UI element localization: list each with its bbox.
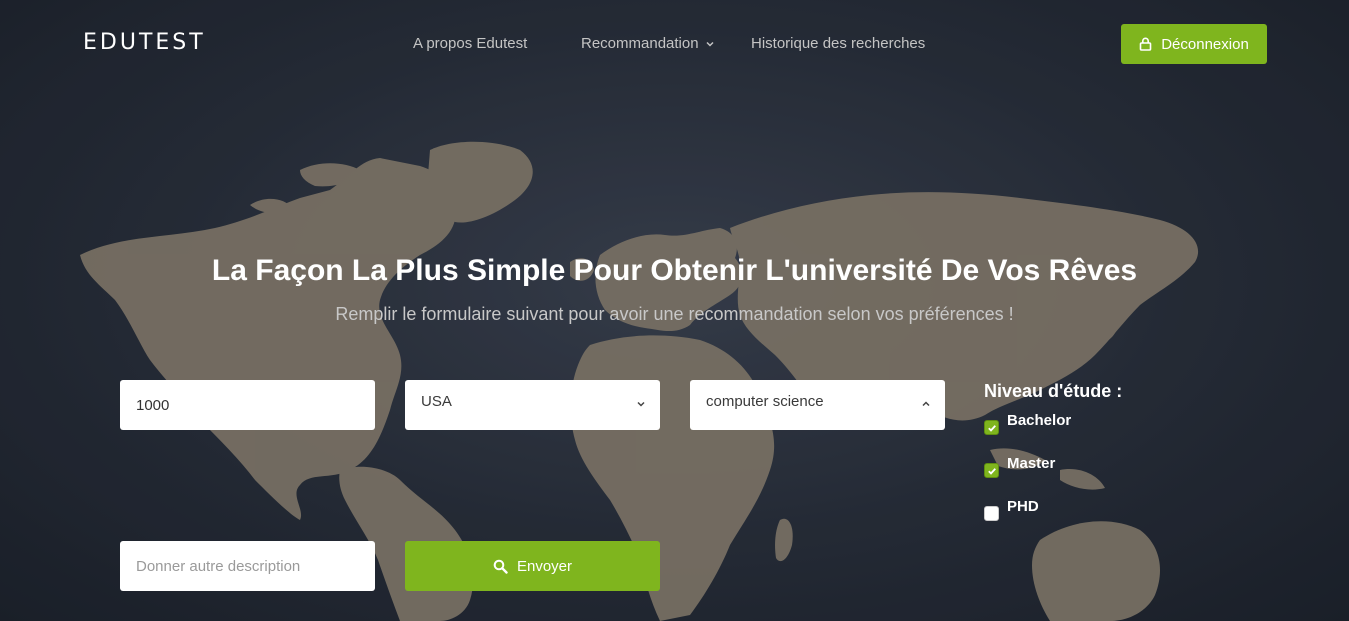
hero-title: La Façon La Plus Simple Pour Obtenir L'u… — [211, 254, 1138, 287]
budget-input[interactable] — [136, 380, 375, 430]
checkmark-icon — [987, 424, 996, 432]
nav-link-history[interactable]: Historique des recherches — [751, 35, 925, 52]
master-label: Master — [1007, 455, 1056, 472]
country-select-value: USA — [421, 393, 452, 410]
top-navigation-bar: EDUTEST A propos Edutest Recommandation … — [0, 0, 1349, 88]
bachelor-checkbox[interactable] — [984, 420, 999, 435]
logout-button[interactable]: Déconnexion — [1121, 24, 1267, 64]
chevron-down-icon — [706, 41, 714, 47]
submit-button[interactable]: Envoyer — [405, 541, 660, 591]
submit-button-label: Envoyer — [516, 557, 573, 575]
nav-link-history-label: Historique des recherches — [751, 35, 926, 52]
search-icon — [493, 559, 508, 574]
study-level-option-bachelor[interactable]: Bachelor — [984, 412, 1071, 435]
brand-logo[interactable]: EDUTEST — [83, 30, 206, 55]
description-input[interactable] — [136, 541, 375, 591]
study-level-option-master[interactable]: Master — [984, 455, 1055, 478]
nav-link-about[interactable]: A propos Edutest — [413, 35, 527, 52]
field-of-study-select[interactable]: computer science — [690, 380, 945, 430]
checkmark-icon — [987, 467, 996, 475]
country-select[interactable]: USA — [405, 380, 660, 430]
budget-field[interactable] — [120, 380, 375, 430]
study-level-option-phd[interactable]: PHD — [984, 498, 1039, 521]
nav-recommendation-label: Recommandation — [581, 35, 699, 52]
logout-button-label: Déconnexion — [1161, 35, 1249, 53]
phd-label: PHD — [1007, 498, 1039, 515]
chevron-up-icon — [922, 401, 930, 407]
description-field[interactable] — [120, 541, 375, 591]
lock-icon — [1139, 37, 1152, 51]
study-level-title: Niveau d'étude : — [984, 381, 1123, 401]
field-of-study-select-value: computer science — [706, 393, 824, 410]
bachelor-label: Bachelor — [1007, 412, 1072, 429]
nav-link-about-label: A propos Edutest — [413, 35, 528, 52]
chevron-down-icon — [637, 401, 645, 407]
phd-checkbox[interactable] — [984, 506, 999, 521]
nav-dropdown-recommendation[interactable]: Recommandation — [581, 35, 715, 52]
master-checkbox[interactable] — [984, 463, 999, 478]
hero-subtitle: Remplir le formulaire suivant pour avoir… — [335, 304, 1014, 324]
